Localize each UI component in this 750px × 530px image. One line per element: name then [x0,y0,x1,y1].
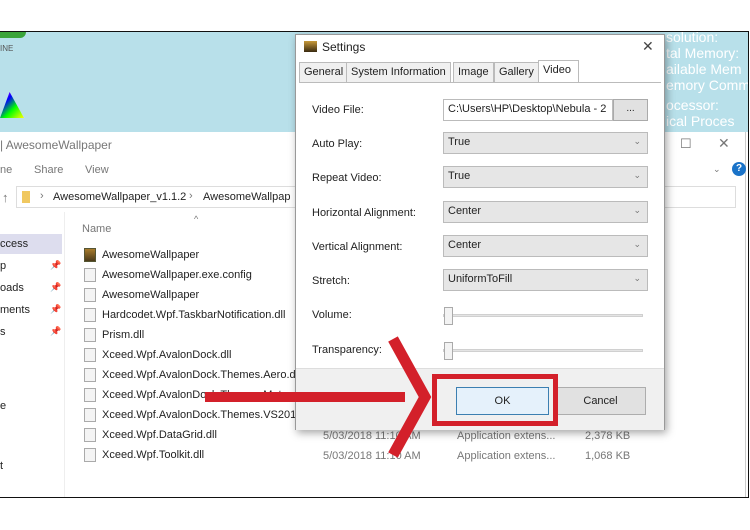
arrow-shaft [205,392,405,402]
red-arrow-annotation [205,336,432,458]
screenshot-frame: INE solution: tal Memory: ailable Mem em… [0,31,749,498]
